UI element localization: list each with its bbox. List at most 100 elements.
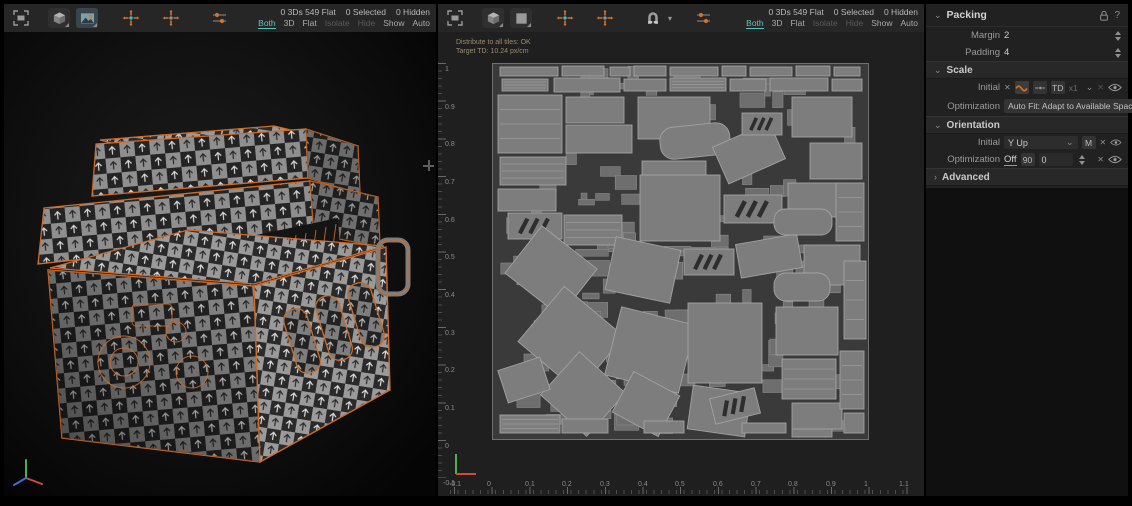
ruler-label: 0.3	[600, 481, 610, 488]
fit-view-icon	[447, 10, 463, 26]
focus-crosshair-icon	[556, 9, 574, 27]
orientation-m-button[interactable]: M	[1082, 136, 1096, 149]
orientation-title: Orientation	[947, 120, 1000, 131]
orientation-off-button[interactable]: Off	[1004, 154, 1017, 166]
snap-magnet-button[interactable]	[642, 8, 664, 28]
chevron-down-icon[interactable]: ⌄	[1086, 82, 1094, 93]
viewport-3d-toolbar: 0 3Ds 549 Flat 0 Selected 0 Hidden Both …	[4, 4, 436, 32]
panel-title: Packing	[947, 9, 987, 21]
mode-both-button[interactable]: Both	[258, 18, 276, 29]
collapse-icon: ⌄	[934, 120, 942, 131]
scale-x1-label[interactable]: x1	[1069, 83, 1078, 93]
ruler-label: 0.8	[445, 141, 455, 148]
uv-fit-view-button[interactable]	[444, 8, 466, 28]
uv-display-settings-button[interactable]	[692, 8, 714, 28]
mode-flat-button[interactable]: Flat	[791, 18, 805, 29]
geometry-mode-button[interactable]	[48, 8, 70, 28]
scale-clear-button[interactable]: ✕	[1097, 83, 1104, 92]
uv-tile-0-1[interactable]	[492, 63, 869, 440]
orientation-opt-clear-button[interactable]: ✕	[1097, 155, 1104, 164]
packing-card: ⌄ Packing ? Margin 2 Padding 4 ⌄	[926, 4, 1128, 188]
show-button[interactable]: Show	[383, 18, 404, 29]
uv-geometry-mode-button[interactable]	[482, 8, 504, 28]
scale-none-button[interactable]: ✕	[1004, 83, 1011, 92]
fit-view-button[interactable]	[10, 8, 32, 28]
hide-button[interactable]: Hide	[358, 18, 375, 29]
orientation-angle-value: 0	[1042, 155, 1047, 165]
pane-resize-handle[interactable]	[423, 160, 434, 171]
uv-focus-selection-button[interactable]	[594, 8, 616, 28]
orientation-initial-dropdown[interactable]: Y Up ⌄	[1004, 136, 1078, 149]
display-settings-button[interactable]	[208, 8, 230, 28]
uv-islands-canvas	[492, 63, 869, 440]
scale-optimization-label: Optimization	[926, 101, 1000, 112]
viewport-uv-stats: 0 3Ds 549 Flat 0 Selected 0 Hidden Both …	[746, 7, 918, 29]
texture-display-button[interactable]	[76, 8, 98, 28]
scale-section-header[interactable]: ⌄ Scale	[926, 61, 1128, 79]
ruler-label: 1.1	[899, 481, 909, 488]
orientation-section-header[interactable]: ⌄ Orientation	[926, 116, 1128, 134]
ruler-label: 0.2	[445, 367, 455, 374]
packing-header[interactable]: ⌄ Packing ?	[926, 4, 1128, 27]
show-button[interactable]: Show	[871, 18, 892, 29]
uv-info-overlay: Distribute to all tiles: OK Target TD: 1…	[456, 38, 531, 56]
uv-overlay-line2: Target TD: 10.24 px/cm	[456, 47, 531, 56]
sliders-icon	[695, 10, 712, 26]
stats-hidden: 0 Hidden	[396, 7, 430, 17]
isolate-button[interactable]: Isolate	[813, 18, 838, 29]
auto-button[interactable]: Auto	[901, 18, 919, 29]
mode-both-button[interactable]: Both	[746, 18, 764, 29]
eye-icon[interactable]	[1108, 155, 1122, 164]
focus-3d-button[interactable]	[120, 8, 142, 28]
orientation-90-button[interactable]: 90	[1021, 153, 1035, 166]
orientation-optimization-label: Optimization	[926, 154, 1000, 165]
focus-selection-button[interactable]	[160, 8, 182, 28]
ruler-label: 0	[487, 481, 491, 488]
uv-ruler-horizontal-major	[454, 487, 908, 494]
help-icon[interactable]: ?	[1114, 10, 1120, 21]
mode-flat-button[interactable]: Flat	[303, 18, 317, 29]
ruler-label: 0.6	[445, 217, 455, 224]
margin-label: Margin	[926, 30, 1000, 41]
viewport-3d-canvas[interactable]	[4, 32, 436, 496]
uv-tile-mode-button[interactable]	[510, 8, 532, 28]
orientation-initial-value: Y Up	[1008, 138, 1028, 148]
orientation-initial-label: Initial	[926, 137, 1000, 148]
lock-icon[interactable]	[1099, 10, 1109, 21]
stats-selected: 0 Selected	[834, 7, 874, 17]
advanced-section-header[interactable]: › Advanced	[926, 168, 1128, 186]
scale-average-button[interactable]	[1033, 81, 1047, 94]
scale-keep-3d-button[interactable]	[1015, 81, 1029, 94]
expand-icon: ›	[934, 172, 937, 182]
ruler-label: 0.1	[525, 481, 535, 488]
stats-counts: 0 3Ds 549 Flat	[281, 7, 336, 17]
padding-value[interactable]: 4	[1004, 47, 1009, 58]
stats-hidden: 0 Hidden	[884, 7, 918, 17]
eye-icon[interactable]	[1108, 83, 1122, 92]
orientation-angle-field[interactable]: 0	[1039, 153, 1073, 166]
dropdown-corner-icon	[499, 23, 503, 27]
orientation-angle-spinner[interactable]	[1077, 154, 1086, 166]
mode-3d-button[interactable]: 3D	[772, 18, 783, 29]
collapse-icon[interactable]: ⌄	[934, 10, 942, 21]
auto-button[interactable]: Auto	[413, 18, 431, 29]
eye-icon[interactable]	[1110, 138, 1122, 147]
sliders-icon	[211, 10, 228, 26]
magnet-dropdown-caret-icon[interactable]: ▾	[668, 14, 672, 23]
viewport-uv-canvas[interactable]: Distribute to all tiles: OK Target TD: 1…	[438, 32, 924, 496]
margin-value[interactable]: 2	[1004, 30, 1009, 41]
uv-focus-button[interactable]	[554, 8, 576, 28]
margin-spinner[interactable]	[1113, 30, 1122, 42]
autofit-button[interactable]: Auto Fit: Adapt to Available Space	[1004, 99, 1132, 113]
mode-3d-button[interactable]: 3D	[284, 18, 295, 29]
ruler-label: 0.5	[675, 481, 685, 488]
isolate-button[interactable]: Isolate	[325, 18, 350, 29]
hide-button[interactable]: Hide	[846, 18, 863, 29]
3d-model-crate	[4, 32, 436, 496]
padding-spinner[interactable]	[1113, 47, 1122, 59]
scale-td-button[interactable]: TD	[1051, 81, 1065, 94]
dash-dot-icon	[1034, 84, 1046, 92]
orientation-clear-button[interactable]: ✕	[1100, 138, 1107, 147]
collapse-icon: ⌄	[934, 65, 942, 76]
ruler-label: 0.9	[826, 481, 836, 488]
